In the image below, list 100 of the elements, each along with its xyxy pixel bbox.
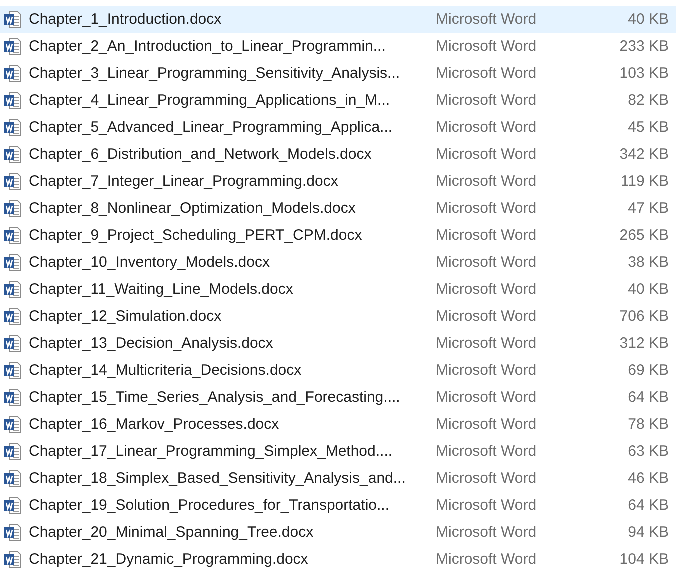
- word-document-icon: [4, 280, 22, 298]
- word-document-icon: [4, 92, 22, 110]
- file-type: Microsoft Word: [436, 362, 538, 379]
- file-size: 104 KB: [620, 551, 669, 568]
- file-row[interactable]: Chapter_12_Simulation.docx Microsoft Word 706 KB: [0, 303, 676, 330]
- word-document-icon: [4, 524, 22, 542]
- word-document-icon: [4, 334, 22, 352]
- file-name: Chapter_19_Solution_Procedures_for_Transportatio...: [29, 497, 390, 514]
- file-size: 342 KB: [620, 146, 669, 163]
- file-name: Chapter_7_Integer_Linear_Programming.docx: [29, 173, 340, 190]
- file-type: Microsoft Word: [436, 119, 538, 136]
- file-row[interactable]: Chapter_18_Simplex_Based_Sensitivity_Analysis_and... Microsoft Word 46 KB: [0, 465, 676, 492]
- file-size: 706 KB: [620, 308, 669, 325]
- word-document-icon: [4, 416, 22, 434]
- file-size: 78 KB: [628, 416, 669, 433]
- file-type: Microsoft Word: [436, 173, 538, 190]
- file-name: Chapter_16_Markov_Processes.docx: [29, 416, 280, 433]
- file-row[interactable]: Chapter_16_Markov_Processes.docx Microsoft Word 78 KB: [0, 411, 676, 438]
- file-size: 82 KB: [628, 92, 669, 109]
- file-type: Microsoft Word: [436, 65, 538, 82]
- word-document-icon: [4, 200, 22, 218]
- file-size: 40 KB: [628, 11, 669, 28]
- file-size: 312 KB: [620, 335, 669, 352]
- word-document-icon: [4, 118, 22, 136]
- file-type: Microsoft Word: [436, 389, 538, 406]
- file-name: Chapter_6_Distribution_and_Network_Models.docx: [29, 146, 373, 163]
- file-name: Chapter_4_Linear_Programming_Applications_in_M...: [29, 92, 392, 109]
- word-document-icon: [4, 308, 22, 326]
- file-type: Microsoft Word: [436, 524, 538, 541]
- word-document-icon: [4, 470, 22, 488]
- file-row[interactable]: Chapter_21_Dynamic_Programming.docx Microsoft Word 104 KB: [0, 546, 676, 573]
- file-row[interactable]: Chapter_17_Linear_Programming_Simplex_Method.... Microsoft Word 63 KB: [0, 438, 676, 465]
- file-type: Microsoft Word: [436, 335, 538, 352]
- file-row[interactable]: Chapter_14_Multicriteria_Decisions.docx Microsoft Word 69 KB: [0, 357, 676, 384]
- file-type: Microsoft Word: [436, 416, 538, 433]
- file-type: Microsoft Word: [436, 200, 538, 217]
- file-row[interactable]: Chapter_11_Waiting_Line_Models.docx Microsoft Word 40 KB: [0, 276, 676, 303]
- file-row[interactable]: Chapter_20_Minimal_Spanning_Tree.docx Microsoft Word 94 KB: [0, 519, 676, 546]
- file-size: 233 KB: [620, 38, 669, 55]
- file-name: Chapter_15_Time_Series_Analysis_and_Forecasting....: [29, 389, 402, 406]
- file-name: Chapter_12_Simulation.docx: [29, 308, 223, 325]
- file-type: Microsoft Word: [436, 11, 538, 28]
- word-document-icon: [4, 146, 22, 164]
- file-name: Chapter_20_Minimal_Spanning_Tree.docx: [29, 524, 315, 541]
- word-document-icon: [4, 362, 22, 380]
- file-type: Microsoft Word: [436, 497, 538, 514]
- file-row[interactable]: Chapter_19_Solution_Procedures_for_Transportatio... Microsoft Word 64 KB: [0, 492, 676, 519]
- file-type: Microsoft Word: [436, 254, 538, 271]
- file-name: Chapter_17_Linear_Programming_Simplex_Method....: [29, 443, 394, 460]
- file-row[interactable]: Chapter_9_Project_Scheduling_PERT_CPM.docx Microsoft Word 265 KB: [0, 222, 676, 249]
- file-size: 265 KB: [620, 227, 669, 244]
- file-name: Chapter_11_Waiting_Line_Models.docx: [29, 281, 294, 298]
- file-size: 45 KB: [628, 119, 669, 136]
- word-document-icon: [4, 442, 22, 460]
- file-name: Chapter_14_Multicriteria_Decisions.docx: [29, 362, 303, 379]
- word-document-icon: [4, 254, 22, 272]
- file-name: Chapter_8_Nonlinear_Optimization_Models.docx: [29, 200, 357, 217]
- word-document-icon: [4, 226, 22, 244]
- file-type: Microsoft Word: [436, 146, 538, 163]
- word-document-icon: [4, 550, 22, 568]
- file-type: Microsoft Word: [436, 551, 538, 568]
- file-name: Chapter_3_Linear_Programming_Sensitivity_Analysis...: [29, 65, 402, 82]
- file-name: Chapter_5_Advanced_Linear_Programming_Applica...: [29, 119, 394, 136]
- file-row[interactable]: Chapter_3_Linear_Programming_Sensitivity_Analysis... Microsoft Word 103 KB: [0, 60, 676, 87]
- word-document-icon: [4, 496, 22, 514]
- file-size: 64 KB: [628, 497, 669, 514]
- file-size: 119 KB: [620, 173, 669, 190]
- word-document-icon: [4, 64, 22, 82]
- file-row[interactable]: Chapter_15_Time_Series_Analysis_and_Forecasting.... Microsoft Word 64 KB: [0, 384, 676, 411]
- file-row[interactable]: Chapter_5_Advanced_Linear_Programming_Applica... Microsoft Word 45 KB: [0, 114, 676, 141]
- file-row[interactable]: Chapter_13_Decision_Analysis.docx Microsoft Word 312 KB: [0, 330, 676, 357]
- file-name: Chapter_18_Simplex_Based_Sensitivity_Analysis_and...: [29, 470, 407, 487]
- file-size: 64 KB: [628, 389, 669, 406]
- file-name: Chapter_9_Project_Scheduling_PERT_CPM.docx: [29, 227, 364, 244]
- file-type: Microsoft Word: [436, 281, 538, 298]
- file-size: 63 KB: [628, 443, 669, 460]
- file-row[interactable]: Chapter_2_An_Introduction_to_Linear_Programmin... Microsoft Word 233 KB: [0, 33, 676, 60]
- file-type: Microsoft Word: [436, 227, 538, 244]
- file-type: Microsoft Word: [436, 92, 538, 109]
- file-type: Microsoft Word: [436, 443, 538, 460]
- word-document-icon: [4, 10, 22, 28]
- file-type: Microsoft Word: [436, 308, 538, 325]
- file-size: 40 KB: [628, 281, 669, 298]
- file-row[interactable]: Chapter_1_Introduction.docx Microsoft Word 40 KB: [0, 6, 676, 33]
- file-row[interactable]: Chapter_7_Integer_Linear_Programming.docx Microsoft Word 119 KB: [0, 168, 676, 195]
- file-type: Microsoft Word: [436, 38, 538, 55]
- file-size: 47 KB: [628, 200, 669, 217]
- word-document-icon: [4, 38, 22, 56]
- file-row[interactable]: Chapter_10_Inventory_Models.docx Microsoft Word 38 KB: [0, 249, 676, 276]
- file-name: Chapter_13_Decision_Analysis.docx: [29, 335, 274, 352]
- word-document-icon: [4, 172, 22, 190]
- file-row[interactable]: Chapter_6_Distribution_and_Network_Models.docx Microsoft Word 342 KB: [0, 141, 676, 168]
- file-name: Chapter_2_An_Introduction_to_Linear_Programmin...: [29, 38, 387, 55]
- file-name: Chapter_10_Inventory_Models.docx: [29, 254, 271, 271]
- file-size: 46 KB: [628, 470, 669, 487]
- file-row[interactable]: Chapter_4_Linear_Programming_Applications_in_M... Microsoft Word 82 KB: [0, 87, 676, 114]
- file-size: 103 KB: [620, 65, 669, 82]
- file-row[interactable]: Chapter_8_Nonlinear_Optimization_Models.docx Microsoft Word 47 KB: [0, 195, 676, 222]
- file-name: Chapter_21_Dynamic_Programming.docx: [29, 551, 310, 568]
- file-size: 94 KB: [628, 524, 669, 541]
